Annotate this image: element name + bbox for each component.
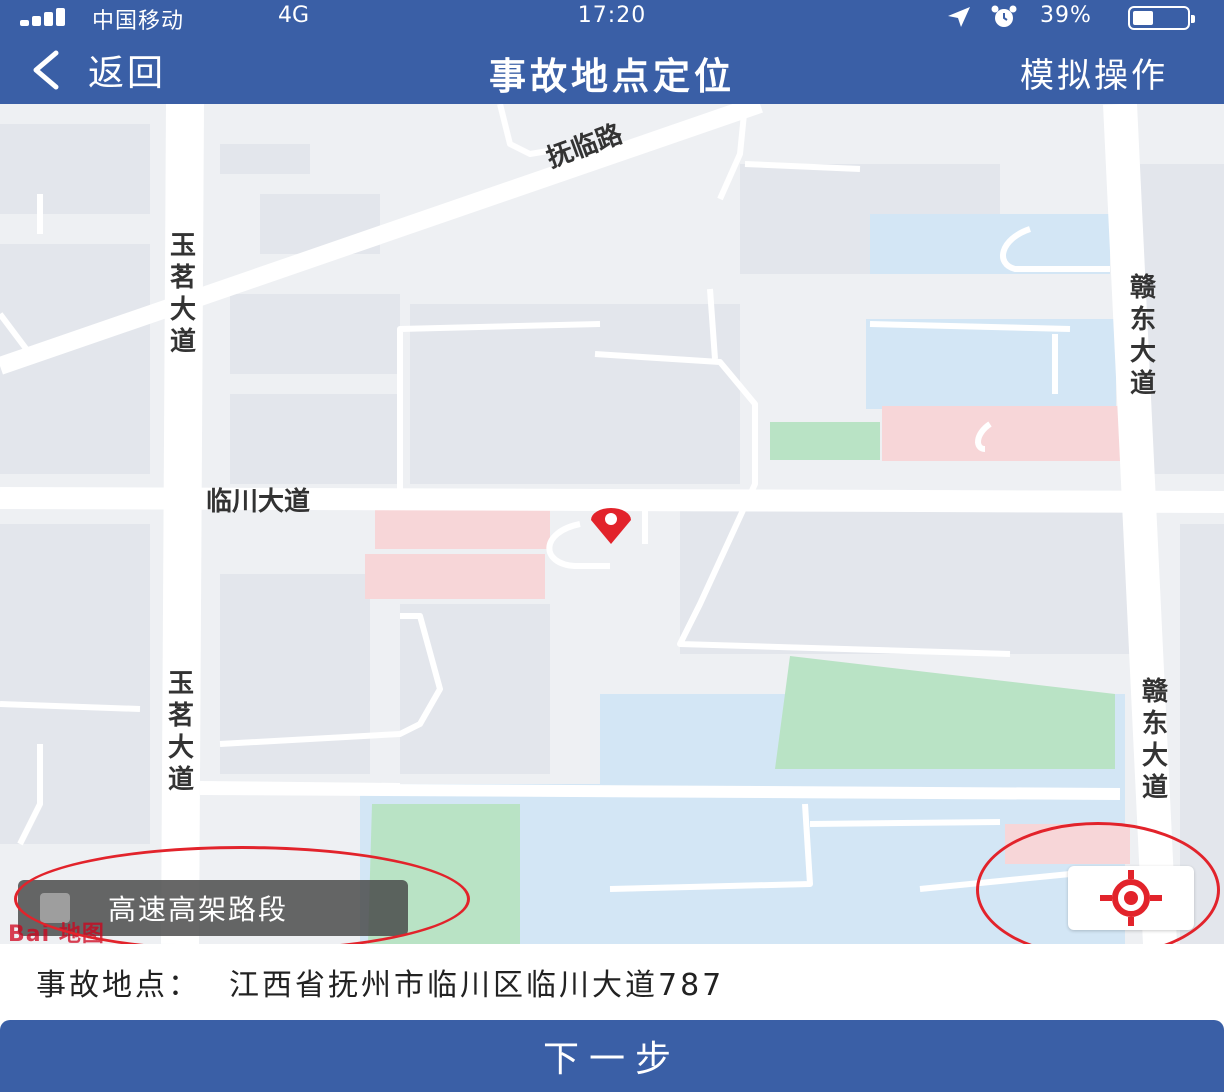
road-label-gandong-bottom: 赣东大道	[1141, 677, 1168, 803]
highway-toggle-label: 高速高架路段	[108, 893, 289, 926]
map-view[interactable]: 抚临路 玉茗大道 玉茗大道 赣东大道 赣东大道 临川大道 高速高架路段 Bai …	[0, 104, 1224, 944]
baidu-map-logo: Bai 地图	[8, 922, 105, 944]
accident-location-label: 事故地点：	[36, 968, 201, 1003]
crosshair-icon	[1100, 870, 1162, 926]
top-bar: 中国移动 4G 17:20 39% 返回 事故地点定位 模拟操作	[0, 0, 1224, 104]
accident-address: 江西省抚州市临川区临川大道787	[229, 968, 725, 1003]
location-arrow-icon	[948, 7, 970, 27]
battery-icon	[1128, 6, 1195, 30]
alarm-icon	[991, 5, 1017, 27]
battery-percent: 39%	[1040, 3, 1092, 28]
road-label-linchuan: 临川大道	[206, 487, 311, 517]
map-pin-icon[interactable]	[585, 506, 637, 546]
next-step-button[interactable]: 下一步	[0, 1020, 1224, 1092]
locate-button[interactable]	[1068, 866, 1194, 930]
road-label-yuming-top: 玉茗大道	[169, 231, 196, 357]
status-bar: 中国移动 4G 17:20 39%	[0, 0, 1224, 34]
road-label-yuming-bottom: 玉茗大道	[167, 669, 194, 795]
road-label-gandong-top: 赣东大道	[1129, 273, 1156, 399]
accident-location-row: 事故地点： 江西省抚州市临川区临川大道787	[0, 944, 1224, 1020]
simulate-button[interactable]: 模拟操作	[1020, 48, 1168, 97]
